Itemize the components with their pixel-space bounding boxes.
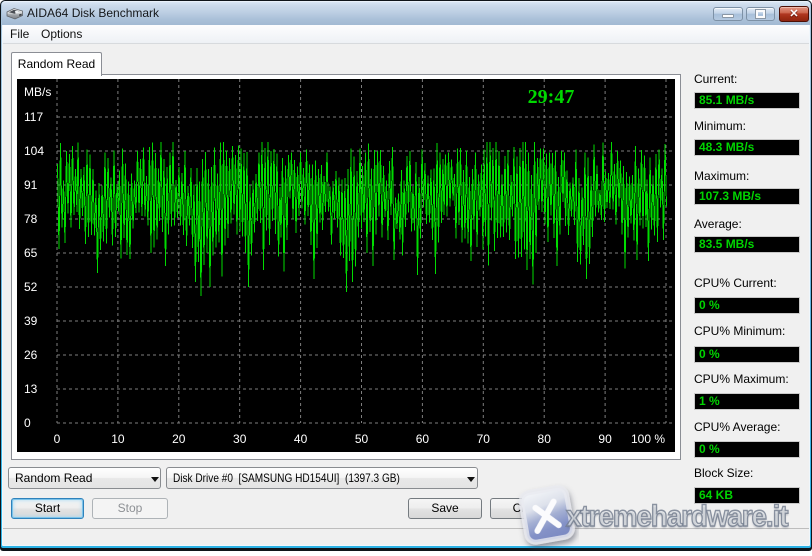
svg-text:20: 20 xyxy=(172,432,186,446)
svg-text:65: 65 xyxy=(24,246,38,260)
svg-text:70: 70 xyxy=(477,432,491,446)
svg-text:91: 91 xyxy=(24,178,38,192)
svg-text:60: 60 xyxy=(416,432,430,446)
svg-text:30: 30 xyxy=(233,432,247,446)
svg-text:0: 0 xyxy=(54,432,61,446)
svg-text:104: 104 xyxy=(24,144,44,158)
svg-text:13: 13 xyxy=(24,382,38,396)
svg-text:39: 39 xyxy=(24,314,38,328)
svg-text:52: 52 xyxy=(24,280,38,294)
svg-text:50: 50 xyxy=(355,432,369,446)
svg-text:100 %: 100 % xyxy=(631,432,665,446)
svg-text:26: 26 xyxy=(24,348,38,362)
svg-text:10: 10 xyxy=(111,432,125,446)
svg-text:40: 40 xyxy=(294,432,308,446)
svg-text:90: 90 xyxy=(598,432,612,446)
svg-text:80: 80 xyxy=(538,432,552,446)
svg-text:0: 0 xyxy=(24,416,31,430)
svg-text:MB/s: MB/s xyxy=(24,85,51,99)
svg-text:117: 117 xyxy=(24,110,43,124)
svg-text:78: 78 xyxy=(24,212,38,226)
svg-text:29:47: 29:47 xyxy=(528,86,575,108)
